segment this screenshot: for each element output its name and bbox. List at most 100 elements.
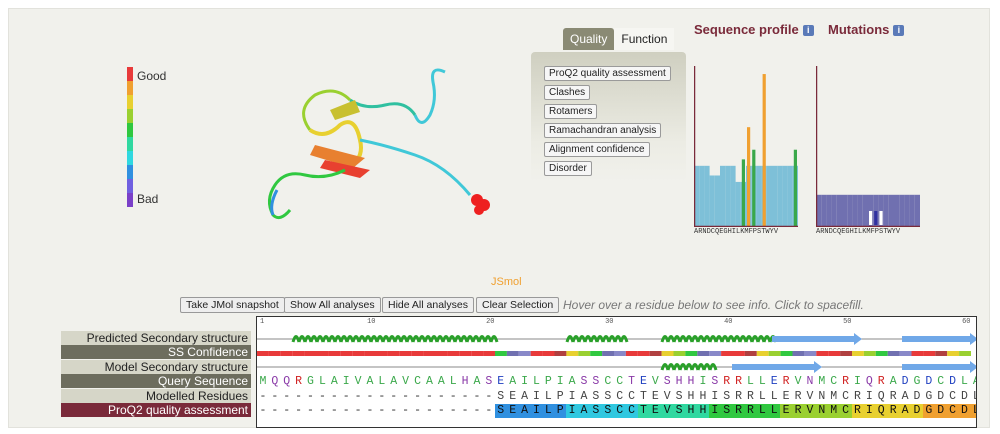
residue[interactable]: - <box>269 404 281 418</box>
residue[interactable]: D <box>947 375 959 389</box>
show-all-button[interactable]: Show All analyses <box>284 297 381 313</box>
residue[interactable]: C <box>828 375 840 389</box>
residue[interactable]: I <box>566 390 578 404</box>
residue[interactable]: - <box>257 404 269 418</box>
residue[interactable]: M <box>816 375 828 389</box>
residue[interactable]: H <box>697 390 709 404</box>
residue[interactable]: - <box>328 390 340 404</box>
query-sequence-row[interactable]: MQQRGLAIVALAVCAALHASEAILPIASSCCTEVSHHISR… <box>257 375 976 389</box>
residue[interactable]: R <box>780 375 792 389</box>
residue[interactable]: L <box>447 375 459 389</box>
residue[interactable]: A <box>507 375 519 389</box>
residue[interactable]: I <box>554 375 566 389</box>
residue[interactable]: T <box>626 375 638 389</box>
disorder-button[interactable]: Disorder <box>544 161 592 176</box>
residue[interactable]: C <box>935 375 947 389</box>
residue[interactable]: C <box>602 375 614 389</box>
residue[interactable]: - <box>376 390 388 404</box>
residue[interactable]: S <box>494 404 507 418</box>
residue[interactable]: L <box>542 390 554 404</box>
residue[interactable]: L <box>959 375 971 389</box>
residue[interactable]: G <box>305 375 317 389</box>
residue[interactable]: N <box>815 404 828 418</box>
residue[interactable]: - <box>364 390 376 404</box>
residue[interactable]: C <box>626 390 638 404</box>
residue[interactable]: V <box>400 375 412 389</box>
residue[interactable]: D <box>910 404 923 418</box>
residue[interactable]: - <box>305 404 317 418</box>
residue[interactable]: D <box>934 404 947 418</box>
residue[interactable]: L <box>316 375 328 389</box>
residue[interactable]: - <box>412 390 424 404</box>
residue[interactable]: - <box>388 390 400 404</box>
residue[interactable]: S <box>590 390 602 404</box>
jmol-snapshot-button[interactable]: Take JMol snapshot <box>180 297 285 313</box>
residue[interactable]: A <box>328 375 340 389</box>
info-icon[interactable]: i <box>893 25 905 36</box>
residue[interactable]: I <box>697 375 709 389</box>
residue[interactable]: L <box>745 375 757 389</box>
residue[interactable]: M <box>257 375 269 389</box>
residue[interactable]: I <box>708 404 721 418</box>
residue[interactable]: L <box>756 375 768 389</box>
residue[interactable]: S <box>483 375 495 389</box>
residue[interactable]: R <box>840 375 852 389</box>
residue[interactable]: M <box>827 404 840 418</box>
residue[interactable]: - <box>483 390 495 404</box>
residue[interactable]: R <box>733 390 745 404</box>
ramachandran-button[interactable]: Ramachandran analysis <box>544 123 662 138</box>
residue[interactable]: - <box>400 390 412 404</box>
residue[interactable]: R <box>744 404 757 418</box>
residue[interactable]: C <box>839 404 852 418</box>
residue[interactable]: A <box>435 375 447 389</box>
residue[interactable]: H <box>673 375 685 389</box>
residue[interactable]: I <box>530 404 543 418</box>
residue[interactable]: V <box>792 375 804 389</box>
rotamers-button[interactable]: Rotamers <box>544 104 598 119</box>
residue[interactable]: I <box>530 390 542 404</box>
residue[interactable]: D <box>959 390 971 404</box>
residue[interactable]: S <box>661 375 673 389</box>
residue[interactable]: S <box>602 390 614 404</box>
residue[interactable]: - <box>352 404 364 418</box>
residue[interactable]: D <box>911 390 923 404</box>
residue[interactable]: L <box>768 404 781 418</box>
residue[interactable]: V <box>661 404 674 418</box>
residue[interactable]: - <box>340 390 352 404</box>
residue[interactable]: S <box>673 404 686 418</box>
protein-3d-viewer[interactable] <box>255 60 515 230</box>
residue[interactable]: R <box>733 375 745 389</box>
residue[interactable]: - <box>471 404 483 418</box>
residue[interactable]: R <box>293 375 305 389</box>
residue[interactable]: R <box>792 390 804 404</box>
proq2-row[interactable]: --------------------SEAILPIASSCCTEVSHHIS… <box>257 404 976 418</box>
residue[interactable]: - <box>447 404 459 418</box>
residue[interactable]: A <box>578 404 590 418</box>
residue[interactable]: - <box>281 404 293 418</box>
residue[interactable]: V <box>352 375 364 389</box>
residue[interactable]: G <box>923 390 935 404</box>
residue[interactable]: E <box>649 390 661 404</box>
residue[interactable]: R <box>792 404 804 418</box>
residue[interactable]: H <box>696 404 709 418</box>
residue[interactable]: P <box>554 390 566 404</box>
residue[interactable]: R <box>745 390 757 404</box>
residue[interactable]: V <box>661 390 673 404</box>
residue[interactable]: Q <box>875 390 887 404</box>
residue[interactable]: I <box>709 390 721 404</box>
residue[interactable]: R <box>887 404 900 418</box>
residue[interactable]: E <box>780 390 792 404</box>
residue[interactable]: E <box>649 404 662 418</box>
residue[interactable]: A <box>519 390 531 404</box>
residue[interactable]: T <box>638 390 650 404</box>
residue[interactable]: - <box>388 404 400 418</box>
residue[interactable]: R <box>721 375 733 389</box>
residue[interactable]: - <box>412 404 424 418</box>
residue[interactable]: S <box>721 390 733 404</box>
residue[interactable]: S <box>589 404 602 418</box>
residue[interactable]: S <box>495 390 507 404</box>
residue[interactable]: Q <box>269 375 281 389</box>
residue[interactable]: A <box>364 375 376 389</box>
residue[interactable]: C <box>946 404 959 418</box>
residue[interactable]: E <box>780 404 793 418</box>
